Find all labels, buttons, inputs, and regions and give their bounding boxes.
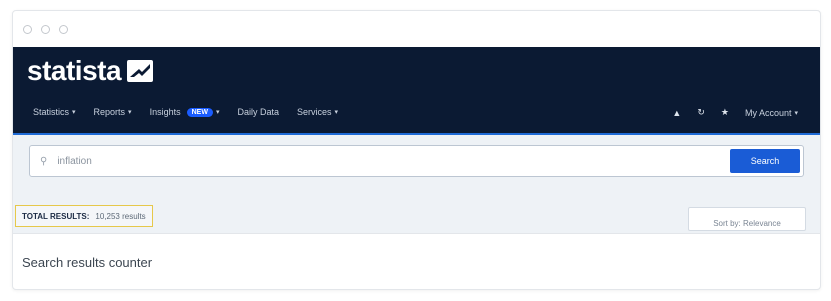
nav-reports[interactable]: Reports ▾	[94, 107, 132, 117]
site-header: statista Statistics ▾ Reports ▾ Insights…	[13, 47, 820, 133]
chevron-down-icon: ▾	[334, 109, 338, 116]
search-section: ⚲ Search	[13, 135, 820, 201]
nav-statistics[interactable]: Statistics ▾	[33, 107, 76, 117]
chevron-down-icon: ▾	[128, 109, 132, 116]
my-account-menu[interactable]: My Account ▾	[745, 108, 798, 118]
window-minimize-button[interactable]	[41, 24, 50, 34]
window-titlebar	[13, 11, 820, 47]
main-nav: Statistics ▾ Reports ▾ Insights NEW ▾ Da…	[33, 107, 338, 117]
history-icon[interactable]: ↻	[697, 107, 705, 118]
chevron-down-icon: ▾	[72, 109, 76, 116]
logo-text: statista	[27, 55, 122, 86]
search-input[interactable]	[55, 154, 803, 168]
search-results-counter: TOTAL RESULTS: 10,253 results	[15, 205, 153, 227]
star-icon[interactable]: ★	[721, 107, 729, 118]
browser-window: statista Statistics ▾ Reports ▾ Insights…	[12, 10, 821, 290]
total-results-value: 10,253 results	[95, 211, 146, 221]
window-close-button[interactable]	[23, 24, 32, 34]
results-bar: TOTAL RESULTS: 10,253 results Sort by: R…	[13, 201, 820, 233]
search-bar: ⚲ Search	[29, 145, 804, 177]
caption-text: Search results counter	[22, 255, 153, 270]
nav-services[interactable]: Services ▾	[297, 107, 338, 117]
search-icon: ⚲	[40, 155, 48, 167]
nav-daily-data[interactable]: Daily Data	[237, 107, 279, 117]
sort-dropdown[interactable]: Sort by: Relevance	[688, 207, 806, 231]
header-actions: ▲ ↻ ★ My Account ▾	[672, 107, 798, 118]
caption-divider	[13, 233, 820, 234]
total-results-label: TOTAL RESULTS:	[22, 211, 90, 221]
nav-insights[interactable]: Insights NEW ▾	[150, 107, 220, 117]
home-icon[interactable]: ▲	[672, 108, 681, 118]
new-badge: NEW	[186, 107, 213, 117]
chevron-down-icon: ▾	[215, 109, 220, 116]
statista-logo-icon	[127, 60, 154, 82]
window-maximize-button[interactable]	[59, 24, 68, 34]
search-button[interactable]: Search	[730, 149, 800, 173]
statista-logo[interactable]: statista	[27, 55, 154, 87]
chevron-down-icon: ▾	[794, 109, 798, 117]
